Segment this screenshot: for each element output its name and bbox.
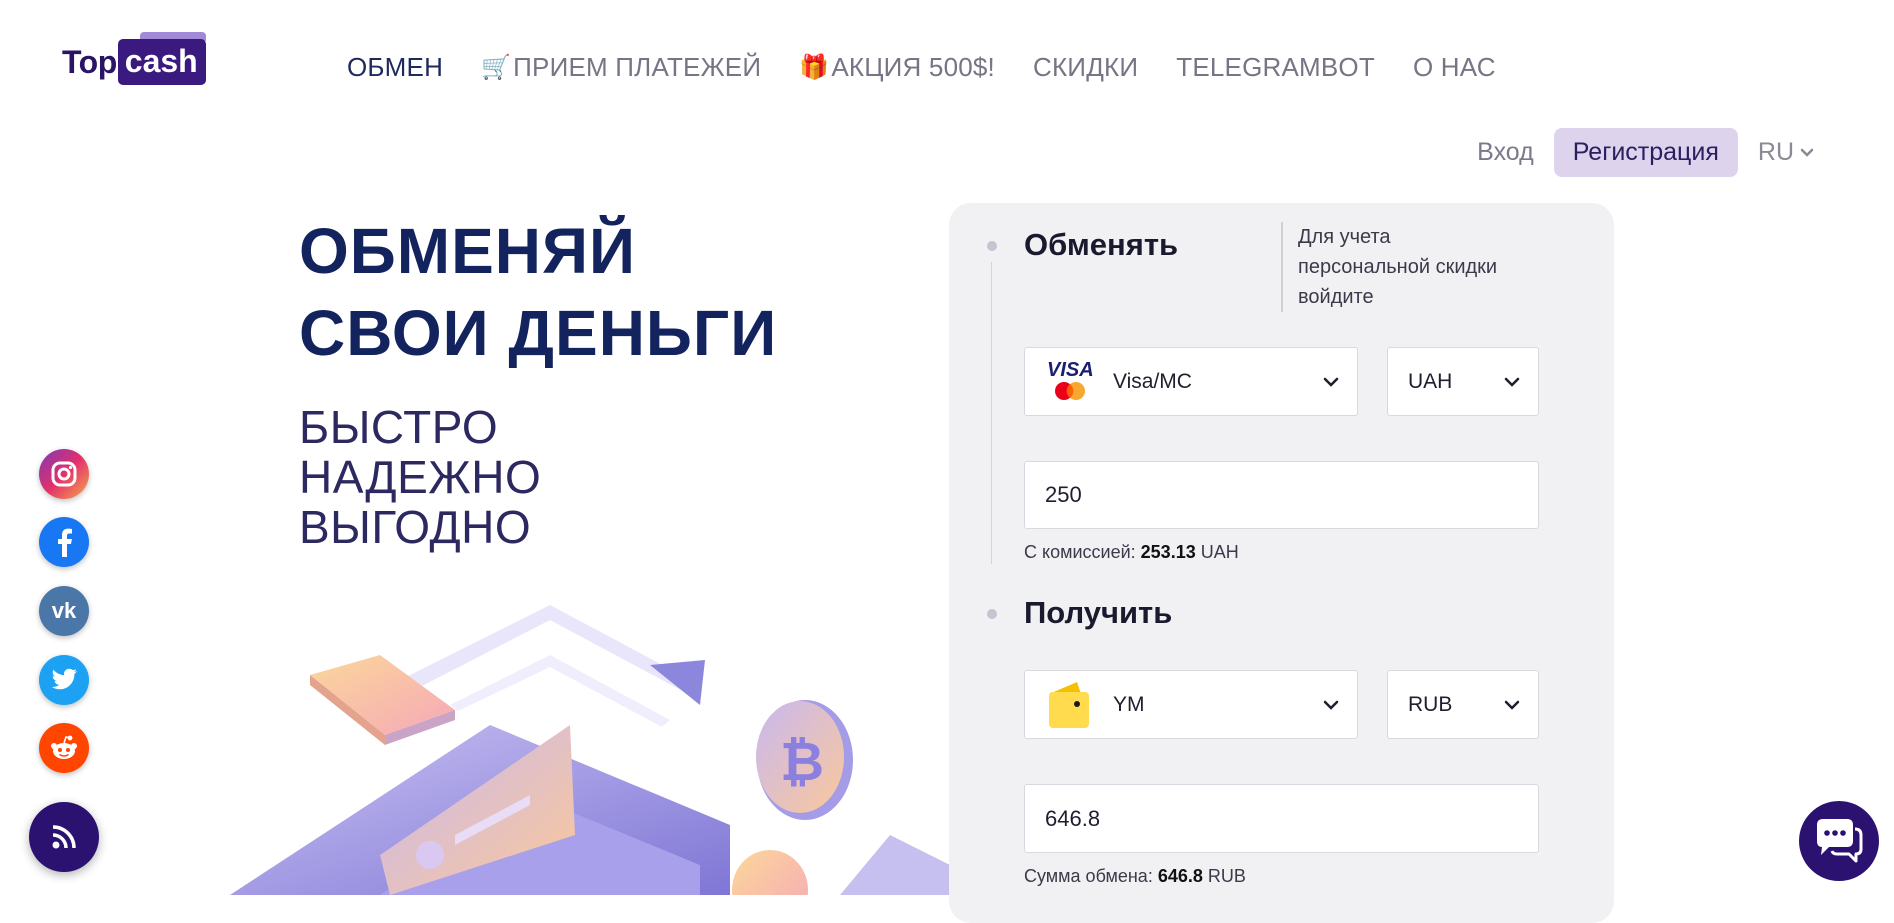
instagram-button[interactable]: [39, 449, 89, 499]
logo[interactable]: Top cash: [62, 32, 206, 88]
receive-amount-input[interactable]: 646.8: [1024, 784, 1539, 853]
receive-currency-select[interactable]: RUB: [1387, 670, 1539, 739]
nav-item-discounts[interactable]: СКИДКИ: [1033, 52, 1138, 83]
hero-title: ОБМЕНЯЙ СВОИ ДЕНЬГИ: [299, 210, 777, 374]
hero-illustration: ₿: [230, 605, 950, 895]
hero-title-line: СВОИ ДЕНЬГИ: [299, 297, 778, 369]
discount-hint: Для учета персональной скидки войдите: [1281, 222, 1513, 312]
hero-title-line: ОБМЕНЯЙ: [299, 215, 636, 287]
reddit-button[interactable]: [39, 723, 89, 773]
language-select[interactable]: RU: [1758, 138, 1814, 167]
step-dot: [987, 609, 997, 619]
logo-text-top: Top: [62, 43, 117, 80]
nav-item-promo[interactable]: 🎁 АКЦИЯ 500$!: [799, 52, 995, 83]
register-button[interactable]: Регистрация: [1553, 128, 1738, 177]
nav-label: О НАС: [1412, 52, 1496, 82]
gift-icon: 🎁: [799, 54, 830, 81]
rss-button[interactable]: [29, 802, 99, 872]
fee-note: С комиссией: 253.13 UAH: [1024, 542, 1239, 563]
sum-currency: RUB: [1207, 866, 1246, 886]
reddit-icon: [51, 735, 77, 759]
vk-icon: vk: [51, 598, 77, 623]
give-method-select[interactable]: VISA Visa/MC: [1024, 347, 1358, 416]
wallet-icon: [1049, 681, 1089, 728]
vk-button[interactable]: vk: [39, 586, 89, 636]
receive-title: Получить: [1024, 595, 1173, 630]
logo-text-cash: cash: [117, 32, 206, 85]
login-link[interactable]: Вход: [1477, 138, 1534, 167]
give-title: Обменять: [1024, 227, 1179, 262]
nav-label: ОБМЕН: [347, 52, 444, 82]
chevron-down-icon: [1504, 377, 1520, 387]
instagram-icon: [51, 461, 77, 487]
chat-button[interactable]: [1799, 801, 1879, 881]
sum-label: Сумма обмена:: [1024, 866, 1153, 886]
sum-value: 646.8: [1157, 866, 1203, 886]
give-amount-input[interactable]: 250: [1024, 461, 1539, 529]
give-currency-label: UAH: [1408, 369, 1453, 393]
chevron-down-icon: [1323, 700, 1339, 710]
fee-currency: UAH: [1200, 542, 1239, 562]
fee-value: 253.13: [1140, 542, 1196, 562]
svg-text:₿: ₿: [780, 730, 824, 793]
chevron-down-icon: [1323, 377, 1339, 387]
facebook-icon: [58, 528, 72, 557]
hero-sub-line: БЫСТРО: [299, 401, 499, 453]
step-divider: [991, 262, 992, 564]
give-currency-select[interactable]: UAH: [1387, 347, 1539, 416]
nav-label: АКЦИЯ 500$!: [831, 52, 995, 82]
svg-text:VISA: VISA: [1047, 359, 1094, 381]
nav-label: TELEGRAMBOT: [1176, 52, 1375, 82]
rss-icon: [52, 825, 76, 849]
nav-label: ПРИЕМ ПЛАТЕЖЕЙ: [513, 52, 762, 82]
twitter-icon: [51, 668, 77, 690]
exchange-sum-note: Сумма обмена: 646.8 RUB: [1024, 866, 1246, 887]
nav-item-about[interactable]: О НАС: [1413, 52, 1496, 83]
chat-icon: [1817, 819, 1863, 863]
step-dot: [987, 241, 997, 251]
receive-method-select[interactable]: YM: [1024, 670, 1358, 739]
fee-label: С комиссией:: [1024, 542, 1136, 562]
chevron-down-icon: [1504, 700, 1520, 710]
nav-label: СКИДКИ: [1032, 52, 1139, 82]
nav-item-exchange[interactable]: ОБМЕН: [347, 52, 443, 83]
cart-icon: 🛒: [481, 54, 512, 81]
hero-sub-line: ВЫГОДНО: [299, 501, 532, 553]
visa-mastercard-icon: VISA: [1047, 359, 1094, 400]
nav-item-payments[interactable]: 🛒 ПРИЕМ ПЛАТЕЖЕЙ: [481, 52, 761, 83]
receive-method-label: YM: [1113, 692, 1145, 716]
language-label: RU: [1757, 138, 1794, 166]
facebook-button[interactable]: [39, 517, 89, 567]
give-method-label: Visa/MC: [1113, 369, 1192, 393]
receive-currency-label: RUB: [1408, 692, 1453, 716]
hero-sub-line: НАДЕЖНО: [299, 451, 542, 503]
hero-subtitle: БЫСТРО НАДЕЖНО ВЫГОДНО: [299, 402, 541, 552]
nav-item-telegrambot[interactable]: TELEGRAMBOT: [1176, 52, 1375, 83]
auth-bar: Вход Регистрация RU: [1477, 128, 1814, 177]
main-nav: ОБМЕН 🛒 ПРИЕМ ПЛАТЕЖЕЙ 🎁 АКЦИЯ 500$! СКИ…: [347, 52, 1534, 83]
twitter-button[interactable]: [39, 655, 89, 705]
chevron-down-icon: [1800, 148, 1814, 157]
